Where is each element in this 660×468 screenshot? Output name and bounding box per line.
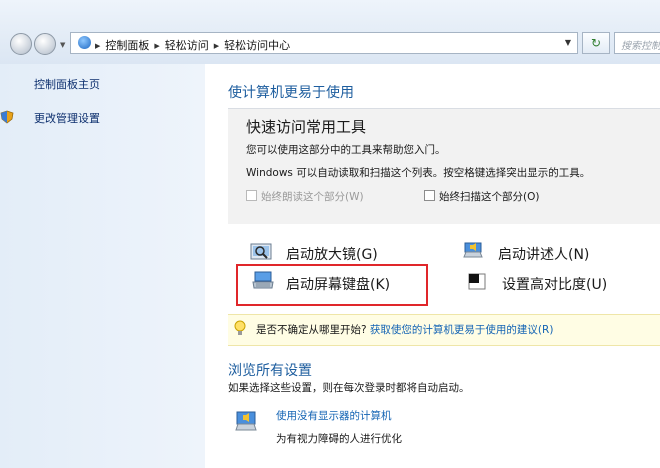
search-input[interactable]: 搜索控制 — [614, 32, 660, 54]
back-button[interactable] — [10, 33, 32, 55]
high-contrast-icon — [468, 273, 486, 290]
sidebar — [0, 64, 205, 468]
page-title: 使计算机更易于使用 — [228, 85, 354, 101]
narrator-icon — [463, 242, 483, 258]
use-computer-without-display-description: 为有视力障碍的人进行优化 — [276, 433, 402, 445]
start-magnifier-link[interactable]: 启动放大镜(G) — [286, 244, 378, 264]
shield-icon — [0, 110, 14, 124]
set-high-contrast-link[interactable]: 设置高对比度(U) — [502, 274, 607, 294]
forward-button[interactable] — [34, 33, 56, 55]
address-toolbar: ▼ ▶ 控制面板 ▶ 轻松访问 ▶ 轻松访问中心 ▼ ↻ 搜索控制 — [0, 0, 660, 64]
control-panel-icon — [78, 36, 91, 49]
chevron-right-icon: ▶ — [95, 42, 101, 50]
always-scan-checkbox[interactable]: 始终扫描这个部分(O) — [424, 189, 539, 204]
address-dropdown-icon[interactable]: ▼ — [565, 38, 571, 47]
quick-access-title: 快速访问常用工具 — [246, 118, 367, 136]
tip-text: 是否不确定从哪里开始? 获取使您的计算机更易于使用的建议(R) — [256, 322, 553, 337]
breadcrumb: ▶ 控制面板 ▶ 轻松访问 ▶ 轻松访问中心 — [95, 37, 295, 53]
tip-question: 是否不确定从哪里开始? — [256, 324, 367, 336]
browse-settings-title: 浏览所有设置 — [228, 363, 312, 379]
highlight-box — [236, 264, 428, 306]
lightbulb-icon — [234, 320, 246, 335]
chevron-right-icon: ▶ — [154, 42, 160, 50]
history-dropdown-icon[interactable]: ▼ — [60, 41, 65, 49]
magnifier-icon — [250, 243, 272, 260]
breadcrumb-item[interactable]: 控制面板 — [105, 39, 149, 52]
refresh-icon: ↻ — [590, 36, 602, 50]
checkbox-label: 始终朗读这个部分(W) — [261, 191, 364, 203]
breadcrumb-item[interactable]: 轻松访问中心 — [224, 39, 290, 52]
checkbox-label: 始终扫描这个部分(O) — [439, 191, 540, 203]
address-bar[interactable]: ▶ 控制面板 ▶ 轻松访问 ▶ 轻松访问中心 ▼ — [70, 32, 578, 54]
start-narrator-link[interactable]: 启动讲述人(N) — [498, 244, 589, 264]
use-computer-without-display-link[interactable]: 使用没有显示器的计算机 — [276, 408, 392, 423]
monitor-speaker-icon — [235, 411, 257, 431]
breadcrumb-item[interactable]: 轻松访问 — [165, 39, 209, 52]
quick-access-description: 您可以使用这部分中的工具来帮助您入门。 — [246, 144, 446, 156]
quick-access-description-2: Windows 可以自动读取和扫描这个列表。按空格键选择突出显示的工具。 — [246, 167, 591, 179]
sidebar-item-control-panel-home[interactable]: 控制面板主页 — [34, 76, 100, 92]
checkbox-icon — [246, 190, 257, 201]
checkbox-icon — [424, 190, 435, 201]
refresh-button[interactable]: ↻ — [582, 32, 610, 54]
sidebar-item-change-admin-settings[interactable]: 更改管理设置 — [34, 110, 100, 126]
browse-settings-description: 如果选择这些设置，则在每次登录时都将自动启动。 — [228, 382, 470, 394]
get-recommendations-link[interactable]: 获取使您的计算机更易于使用的建议(R) — [370, 324, 554, 336]
always-read-checkbox[interactable]: 始终朗读这个部分(W) — [246, 189, 364, 204]
chevron-right-icon: ▶ — [213, 42, 220, 50]
